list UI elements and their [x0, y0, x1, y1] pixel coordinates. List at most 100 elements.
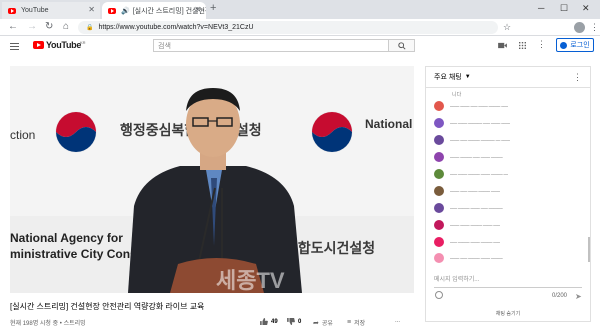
- new-tab-button[interactable]: +: [210, 2, 216, 14]
- url-text: https://www.youtube.com/watch?v=NEVt3_21…: [98, 24, 254, 31]
- chat-message: ━━━ ━━━━ ━━━━━ ━━━━ ━━━━━ ━━: [434, 168, 584, 180]
- browser-tab-youtube[interactable]: YouTube ✕: [2, 2, 100, 19]
- reload-icon[interactable]: ↻: [45, 21, 53, 32]
- avatar: [434, 253, 444, 263]
- government-emblem-right: [311, 111, 353, 153]
- chat-message: ━━━━ ━━━━ ━━━ ━━━━ ━━━━━ ━━━: [434, 100, 584, 112]
- dislike-button[interactable]: 0: [287, 318, 301, 325]
- backdrop-left-text: ction: [10, 128, 35, 142]
- speaker-icon: 🔊: [121, 7, 130, 15]
- more-actions-button[interactable]: ...: [395, 318, 400, 324]
- video-player[interactable]: ction 행정중심복합도시건설청 National Administ Nati…: [10, 66, 414, 293]
- dislike-count: 0: [298, 318, 302, 325]
- chat-input-field[interactable]: 메시지 입력하기...: [434, 274, 479, 283]
- chat-message-text: ━━━━ ━━━ ━━━━━ ━━━━ ━━━━━: [450, 255, 503, 261]
- chat-title: 주요 채팅: [434, 74, 462, 81]
- guide-menu-icon[interactable]: [10, 43, 19, 52]
- save-label: 저장: [354, 321, 366, 327]
- chat-message: ━━━━ ━━━ ━━━━ ━━━━━ ━━━━: [434, 185, 584, 197]
- video-view-count: 현재 198명 시청 중 • 스트리밍: [10, 321, 86, 327]
- close-window-button[interactable]: ✕: [582, 3, 590, 14]
- chat-message-text: ━━━━ ━━━━━ ━━━ ━━━━ ━━━━━: [450, 154, 503, 160]
- browser-tab-stream[interactable]: 🔊 [실시간 스트리밍] 건설현장 ✕: [102, 2, 206, 19]
- chat-message-text: ━━━ ━━━━━ ━━━━ ━━━━━ ━━━: [450, 239, 501, 245]
- chat-message-text: ━━━━ ━━━ ━━━━ ━━━━━ ━━━━: [450, 188, 501, 194]
- profile-icon[interactable]: [574, 22, 585, 33]
- search-placeholder: 검색: [158, 42, 171, 50]
- settings-more-icon[interactable]: ⋮: [537, 39, 546, 50]
- avatar: [434, 152, 444, 162]
- avatar: [434, 220, 444, 230]
- chat-message: ━━━━ ━━━━━ ━━━ ━━━━ ━━━━━: [434, 151, 584, 163]
- chat-message: ━━━━ ━━━ ━━━━━ ━━━━━━ ━━ ━━━━: [434, 134, 584, 146]
- chat-message: ━━━ ━━━━━ ━━━━ ━━━━━ ━━━: [434, 236, 584, 248]
- live-chat-panel: 주요 채팅 ▼ ⋮ 니다 ━━━━ ━━━━ ━━━ ━━━━ ━━━━━ ━━…: [425, 66, 591, 322]
- account-icon: [560, 41, 568, 49]
- forward-icon[interactable]: →: [27, 21, 37, 32]
- login-label: 로그인: [570, 42, 590, 49]
- star-icon[interactable]: ☆: [503, 22, 511, 33]
- apps-grid-icon[interactable]: [518, 42, 527, 49]
- tab-title: YouTube: [21, 7, 49, 14]
- avatar: [434, 186, 444, 196]
- search-input[interactable]: 검색: [153, 39, 389, 52]
- chat-message-text: ━━━━ ━━━━ ━━━━━ ━━━━ ━━━: [450, 222, 501, 228]
- share-button[interactable]: ➦ 공유: [313, 318, 333, 328]
- more-label: ...: [395, 318, 401, 324]
- video-title: [실시간 스트리밍] 건설현장 안전관리 역량강화 라이브 교육: [10, 302, 205, 311]
- backdrop-en-line-2: ministrative City Const: [10, 247, 141, 261]
- youtube-favicon-icon: [108, 7, 116, 14]
- share-label: 공유: [321, 321, 333, 327]
- chat-scrollbar[interactable]: [588, 237, 590, 262]
- save-button[interactable]: ≡ 저장: [347, 318, 365, 327]
- youtube-logo-text[interactable]: YouTube: [46, 40, 81, 50]
- chat-message-text: ━━━ ━━━━ ━━━━━━ ━━━ ━━━━ ━━━━: [450, 120, 511, 126]
- backdrop-en-line-1: National Agency for: [10, 231, 123, 245]
- send-icon[interactable]: ➤: [575, 292, 582, 301]
- chat-header[interactable]: 주요 채팅 ▼ ⋮: [426, 67, 590, 88]
- youtube-region-label: KR: [80, 40, 86, 45]
- avatar: [434, 118, 444, 128]
- close-tab-icon[interactable]: ✕: [194, 5, 201, 14]
- search-icon: [397, 41, 406, 50]
- maximize-button[interactable]: ☐: [560, 3, 568, 14]
- login-button[interactable]: 로그인: [556, 38, 594, 52]
- home-icon[interactable]: ⌂: [63, 21, 69, 32]
- chat-message-partial: 니다: [452, 92, 462, 98]
- avatar: [434, 135, 444, 145]
- lock-icon: 🔒: [86, 25, 94, 31]
- emoji-icon[interactable]: [435, 291, 443, 299]
- avatar: [434, 101, 444, 111]
- backdrop-kr-bottom: 복합도시건설청: [285, 240, 375, 256]
- sejong-tv-watermark: 세종TV: [216, 268, 285, 293]
- thumbs-down-icon: [287, 318, 295, 325]
- chat-char-counter: 0/200: [552, 293, 568, 299]
- chevron-down-icon: ▼: [464, 74, 471, 80]
- like-count: 49: [271, 318, 278, 325]
- browser-tab-strip: YouTube ✕ 🔊 [실시간 스트리밍] 건설현장 ✕ + ─ ☐ ✕: [0, 0, 600, 19]
- chat-more-icon[interactable]: ⋮: [573, 72, 582, 83]
- close-tab-icon[interactable]: ✕: [88, 5, 95, 14]
- youtube-favicon-icon: [8, 7, 16, 14]
- backdrop-right-text: National Administ: [365, 117, 414, 131]
- browser-toolbar: ← → ↻ ⌂ 🔒 https://www.youtube.com/watch?…: [0, 19, 600, 36]
- youtube-logo-icon[interactable]: [33, 41, 44, 49]
- avatar: [434, 169, 444, 179]
- avatar: [434, 203, 444, 213]
- thumbs-up-icon: [260, 318, 268, 325]
- back-icon[interactable]: ←: [8, 21, 18, 32]
- chat-message-text: ━━━ ━━━━━ ━━━━ ━━━ ━━━━━━: [450, 205, 503, 211]
- avatar: [434, 237, 444, 247]
- like-button[interactable]: 49: [260, 318, 278, 325]
- menu-icon[interactable]: ⋮: [590, 22, 599, 33]
- playlist-add-icon: ≡: [347, 319, 352, 326]
- create-video-icon[interactable]: [498, 42, 507, 49]
- address-bar[interactable]: 🔒 https://www.youtube.com/watch?v=NEVt3_…: [78, 21, 498, 34]
- chat-message: ━━━ ━━━━ ━━━━━━ ━━━ ━━━━ ━━━━: [434, 117, 584, 129]
- hide-chat-button[interactable]: 채팅 숨기기: [426, 310, 590, 317]
- chat-message: ━━━━ ━━━━ ━━━━━ ━━━━ ━━━: [434, 219, 584, 231]
- minimize-button[interactable]: ─: [538, 3, 544, 13]
- chat-message: ━━━━ ━━━ ━━━━━ ━━━━ ━━━━━: [434, 252, 584, 264]
- search-button[interactable]: [389, 39, 415, 52]
- share-icon: ➦: [313, 319, 319, 327]
